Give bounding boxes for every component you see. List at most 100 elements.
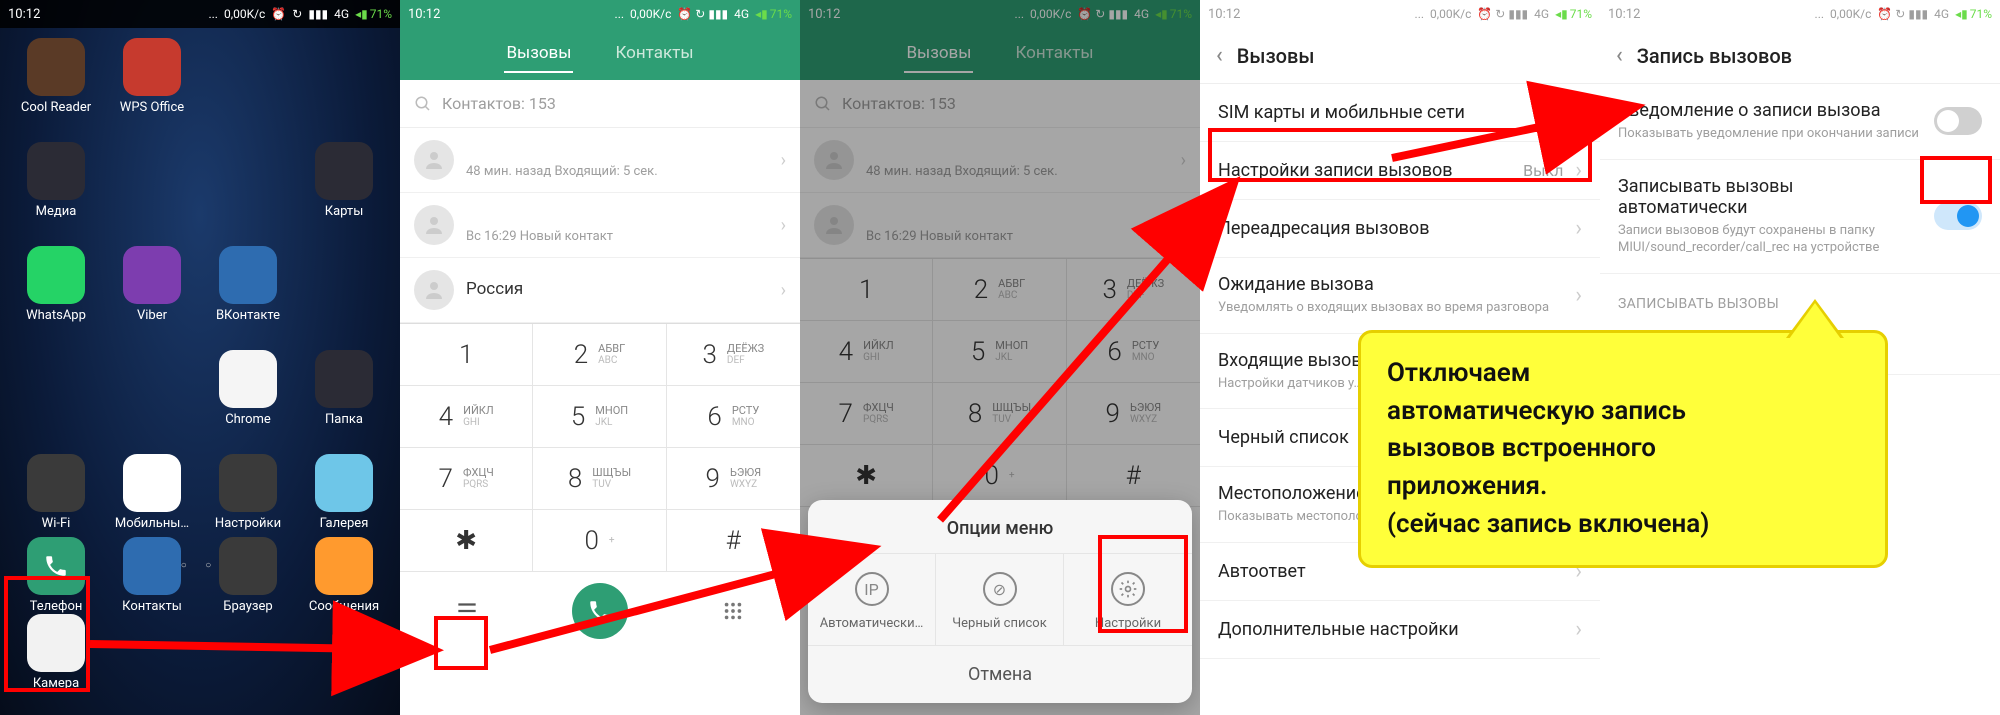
chevron-right-icon: › (1575, 100, 1582, 125)
chevron-right-icon: › (1575, 283, 1582, 308)
app-icon (219, 350, 277, 408)
app-icon (315, 350, 373, 408)
screen-phone-menu: 10:12 ... 0,00K/c ⏰ ↻ ▮▮▮ 4G ◂▮71% Вызов… (800, 0, 1200, 715)
key-5[interactable]: 5МНОПJKL (533, 386, 666, 448)
dock-сообщения[interactable]: Сообщения (296, 537, 392, 614)
avatar-icon (414, 205, 454, 245)
app-icon (27, 142, 85, 200)
annotation-callout: Отключаем автоматическую запись вызовов … (1358, 330, 1888, 568)
status-bar: 10:12 ... 0,00K/c ⏰ ↻ ▮▮▮ 4G ◂▮71% (1600, 0, 2000, 28)
phone-icon (587, 598, 613, 624)
app-chrome[interactable]: Chrome (200, 350, 296, 450)
search-icon (414, 95, 432, 113)
app-icon (315, 537, 373, 595)
app-viber[interactable]: Viber (104, 246, 200, 346)
app-icon (219, 246, 277, 304)
call-button[interactable] (572, 583, 628, 639)
app-icon (315, 454, 373, 512)
app-wps-office[interactable]: WPS Office (104, 38, 200, 138)
tab-contacts[interactable]: Контакты (613, 35, 695, 73)
key-1[interactable]: 1 (400, 324, 533, 386)
app-icon (123, 454, 181, 512)
row-auto-record[interactable]: Записывать вызовы автоматически Записи в… (1600, 160, 2000, 274)
chevron-right-icon: › (781, 150, 786, 171)
avatar-icon (414, 270, 454, 310)
recent-call-row[interactable]: Россия› (400, 258, 800, 323)
block-icon: ⊘ (983, 572, 1017, 606)
toggle-auto-record[interactable] (1934, 202, 1982, 230)
avatar-icon (414, 140, 454, 180)
key-6[interactable]: 6РСТУMNO (667, 386, 800, 448)
key-0[interactable]: 0+ (533, 510, 666, 572)
app-icon (27, 537, 85, 595)
settings-row-1[interactable]: Настройки записи вызововВыкл› (1200, 142, 1600, 200)
ip-icon: IP (855, 572, 889, 606)
app-icon (315, 142, 373, 200)
app-whatsapp[interactable]: WhatsApp (8, 246, 104, 346)
screen-phone: 10:12 ... 0,00K/c ⏰ ↻ ▮▮▮ 4G ◂▮71% Вызов… (400, 0, 800, 715)
app-icon (123, 38, 181, 96)
hamburger-icon (454, 598, 480, 624)
alarm-icon: ⏰ (271, 7, 286, 21)
settings-row-2[interactable]: Переадресация вызовов› (1200, 200, 1600, 258)
back-icon[interactable]: ‹ (1616, 43, 1623, 68)
app--[interactable]: ВКонтакте (200, 246, 296, 346)
settings-row-3[interactable]: Ожидание вызоваУведомлять о входящих выз… (1200, 258, 1600, 334)
app-icon (219, 537, 277, 595)
signal-icon: ▮▮▮ (308, 7, 328, 21)
status-bar: 10:12 ... 0,00K/c ⏰ ↻ ▮▮▮ 4G ◂▮71% (400, 0, 800, 28)
chevron-right-icon: › (1575, 158, 1582, 183)
app-icon (27, 38, 85, 96)
key-8[interactable]: 8ШЩЪЫTUV (533, 448, 666, 510)
app-icon (123, 537, 181, 595)
menu-button[interactable] (439, 583, 495, 639)
tab-calls[interactable]: Вызовы (504, 35, 573, 73)
options-sheet: Опции меню IP Автоматически… ⊘ Черный сп… (808, 500, 1192, 703)
key-2[interactable]: 2АБВГABC (533, 324, 666, 386)
gear-icon (1111, 572, 1145, 606)
dock-камера[interactable]: Камера (8, 614, 104, 691)
app--[interactable]: Папка (296, 350, 392, 450)
status-bar: 10:12 ... 0,00K/c ⏰ ↻ ▮▮▮ 4G ◂▮71% (0, 0, 400, 28)
option-auto[interactable]: IP Автоматически… (808, 554, 936, 645)
chevron-right-icon: › (781, 280, 786, 301)
battery-icon: ◂▮71% (355, 7, 392, 21)
row-notify-record[interactable]: Уведомление о записи вызова Показывать у… (1600, 84, 2000, 160)
key-7[interactable]: 7ФХЦЧPQRS (400, 448, 533, 510)
dock-браузер[interactable]: Браузер (200, 537, 296, 614)
app-cool-reader[interactable]: Cool Reader (8, 38, 104, 138)
dialpad-icon (722, 600, 744, 622)
option-settings[interactable]: Настройки (1064, 554, 1192, 645)
app-icon (123, 246, 181, 304)
screen-home: 10:12 ... 0,00K/c ⏰ ↻ ▮▮▮ 4G ◂▮71% Cool … (0, 0, 400, 715)
chevron-right-icon: › (1575, 216, 1582, 241)
sync-icon: ↻ (292, 7, 302, 21)
phone-header: Вызовы Контакты (400, 28, 800, 80)
settings-header: ‹ Запись вызовов (1600, 28, 2000, 84)
dock-телефон[interactable]: Телефон (8, 537, 104, 614)
toggle-notify[interactable] (1934, 107, 1982, 135)
dock-контакты[interactable]: Контакты (104, 537, 200, 614)
key-9[interactable]: 9ЬЭЮЯWXYZ (667, 448, 800, 510)
recent-call-row[interactable]: Вс 16:29 Новый контакт› (400, 193, 800, 258)
search-field[interactable]: Контактов: 153 (400, 80, 800, 128)
cancel-button[interactable]: Отмена (808, 645, 1192, 703)
back-icon[interactable]: ‹ (1216, 43, 1223, 68)
key-#[interactable]: # (667, 510, 800, 572)
app--[interactable]: Медиа (8, 142, 104, 242)
status-time: 10:12 (8, 7, 58, 22)
key-4[interactable]: 4ИЙКЛGHI (400, 386, 533, 448)
dialpad-button[interactable] (705, 583, 761, 639)
status-bar: 10:12 ... 0,00K/c ⏰ ↻ ▮▮▮ 4G ◂▮71% (1200, 0, 1600, 28)
settings-row-0[interactable]: SIM карты и мобильные сети› (1200, 84, 1600, 142)
key-3[interactable]: 3ДЕЁЖЗDEF (667, 324, 800, 386)
app--[interactable]: Карты (296, 142, 392, 242)
chevron-right-icon: › (781, 215, 786, 236)
app-icon (27, 246, 85, 304)
key-✱[interactable]: ✱ (400, 510, 533, 572)
settings-row-8[interactable]: Дополнительные настройки› (1200, 601, 1600, 659)
option-blacklist[interactable]: ⊘ Черный список (936, 554, 1064, 645)
recent-call-row[interactable]: 48 мин. назад Входящий: 5 сек.› (400, 128, 800, 193)
sheet-title: Опции меню (808, 500, 1192, 553)
settings-header: ‹ Вызовы (1200, 28, 1600, 84)
